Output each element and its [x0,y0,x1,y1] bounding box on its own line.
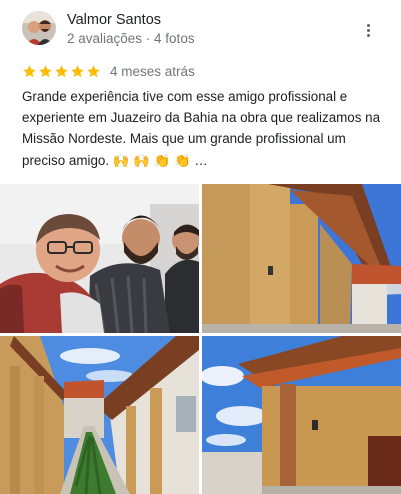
review-date: 4 meses atrás [110,63,195,79]
star-icon [23,64,36,77]
review-header: Valmor Santos 2 avaliações · 4 fotos [22,11,382,47]
selfie-photo[interactable] [0,184,199,333]
star-icon [71,64,84,77]
star-icon [39,64,52,77]
building-exterior-photo[interactable] [202,336,401,494]
more-vert-icon [366,23,370,27]
reviewer-meta: 2 avaliações · 4 fotos [67,31,195,46]
rating-row: 4 meses atrás [22,62,195,80]
star-rating [22,64,101,79]
avatar-image [22,11,56,45]
star-icon [55,64,68,77]
avatar[interactable] [22,11,56,45]
star-icon [87,64,100,77]
photo-grid [0,184,401,494]
building-corridor-photo[interactable] [202,184,401,333]
review-text[interactable]: Grande experiência tive com esse amigo p… [22,86,387,171]
more-options-button[interactable] [360,20,376,40]
reviewer-name[interactable]: Valmor Santos [67,12,161,28]
garden-walkway-photo[interactable] [0,336,199,494]
